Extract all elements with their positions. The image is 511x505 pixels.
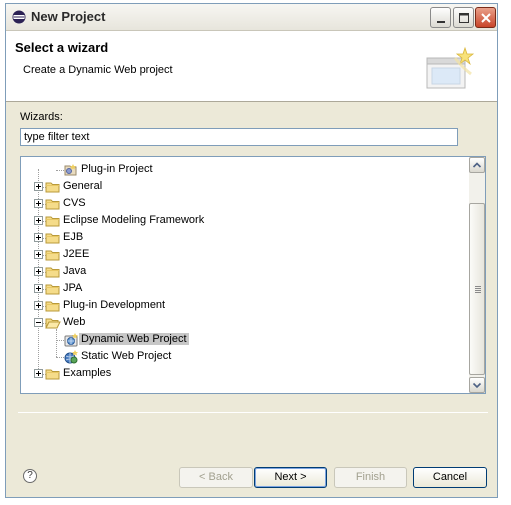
folder-icon [45, 182, 60, 193]
tree-item-label: Java [63, 265, 87, 277]
scroll-down-button[interactable] [469, 377, 485, 393]
tree-scrollbar[interactable] [469, 157, 485, 393]
tree-item-label: EJB [63, 231, 84, 243]
folder-icon [45, 267, 60, 278]
new-project-dialog: New Project Select a wizard Create a Dyn… [5, 3, 498, 498]
tree-item[interactable]: Plug-in Project [21, 161, 467, 178]
page-title: Select a wizard [15, 40, 109, 55]
close-button[interactable] [475, 7, 496, 28]
expand-icon[interactable] [34, 267, 43, 276]
tree-item[interactable]: General [21, 178, 467, 195]
tree-item-label: Examples [63, 367, 112, 379]
collapse-icon[interactable] [34, 318, 43, 327]
maximize-button[interactable] [453, 7, 474, 28]
tree-item[interactable]: Plug-in Development [21, 297, 467, 314]
folder-open-icon [45, 318, 61, 329]
tree-item[interactable]: Static Web Project [21, 348, 467, 365]
maximize-icon [459, 13, 469, 23]
tree-item-label: CVS [63, 197, 86, 209]
next-button[interactable]: Next > [254, 467, 327, 488]
plugin-project-icon [64, 164, 77, 176]
tree-item-label: Web [63, 316, 86, 328]
tree-item-label: Eclipse Modeling Framework [63, 214, 205, 226]
minimize-button[interactable] [430, 7, 451, 28]
close-icon [481, 13, 491, 23]
dynamic-web-project-icon [64, 333, 78, 347]
tree-item-label: General [63, 180, 103, 192]
tree-item[interactable]: Examples [21, 365, 467, 382]
tree-item-label: Static Web Project [81, 350, 172, 362]
help-icon[interactable]: ? [23, 469, 37, 483]
tree-item[interactable]: Web [21, 314, 467, 331]
separator [18, 412, 488, 413]
tree-item-label: J2EE [63, 248, 90, 260]
expand-icon[interactable] [34, 301, 43, 310]
folder-icon [45, 301, 60, 312]
wizard-header: Select a wizard Create a Dynamic Web pro… [6, 31, 497, 102]
expand-icon[interactable] [34, 216, 43, 225]
folder-icon [45, 216, 60, 227]
static-web-project-icon [64, 350, 78, 364]
folder-icon [45, 199, 60, 210]
filter-input[interactable] [20, 128, 458, 146]
wizards-label: Wizards: [20, 111, 63, 123]
tree-item-label: Dynamic Web Project [79, 333, 189, 345]
folder-icon [45, 284, 60, 295]
expand-icon[interactable] [34, 284, 43, 293]
scroll-thumb[interactable] [469, 203, 485, 375]
minimize-icon [437, 21, 445, 23]
expand-icon[interactable] [34, 233, 43, 242]
tree-item[interactable]: Java [21, 263, 467, 280]
expand-icon[interactable] [34, 199, 43, 208]
folder-icon [45, 233, 60, 244]
tree-item[interactable]: EJB [21, 229, 467, 246]
window-title: New Project [31, 9, 106, 24]
new-wizard-banner-icon [426, 46, 475, 89]
back-button[interactable]: < Back [179, 467, 253, 488]
arrow-up-icon [472, 162, 482, 168]
tree-item-label: Plug-in Development [63, 299, 166, 311]
tree-item-label: Plug-in Project [81, 163, 153, 175]
tree-item[interactable]: Dynamic Web Project [21, 331, 467, 348]
eclipse-icon [12, 10, 26, 24]
wizards-tree: Plug-in Project General CVS Eclipse Modelin… [20, 156, 486, 394]
title-bar[interactable]: New Project [6, 4, 497, 31]
scroll-up-button[interactable] [469, 157, 485, 173]
arrow-down-icon [472, 382, 482, 389]
folder-icon [45, 250, 60, 261]
finish-button[interactable]: Finish [334, 467, 407, 488]
page-description: Create a Dynamic Web project [23, 64, 173, 76]
expand-icon[interactable] [34, 250, 43, 259]
tree-item[interactable]: JPA [21, 280, 467, 297]
expand-icon[interactable] [34, 369, 43, 378]
expand-icon[interactable] [34, 182, 43, 191]
tree-item[interactable]: J2EE [21, 246, 467, 263]
cancel-button[interactable]: Cancel [413, 467, 487, 488]
tree-item[interactable]: Eclipse Modeling Framework [21, 212, 467, 229]
tree-item[interactable]: CVS [21, 195, 467, 212]
folder-icon [45, 369, 60, 380]
tree-item-label: JPA [63, 282, 83, 294]
